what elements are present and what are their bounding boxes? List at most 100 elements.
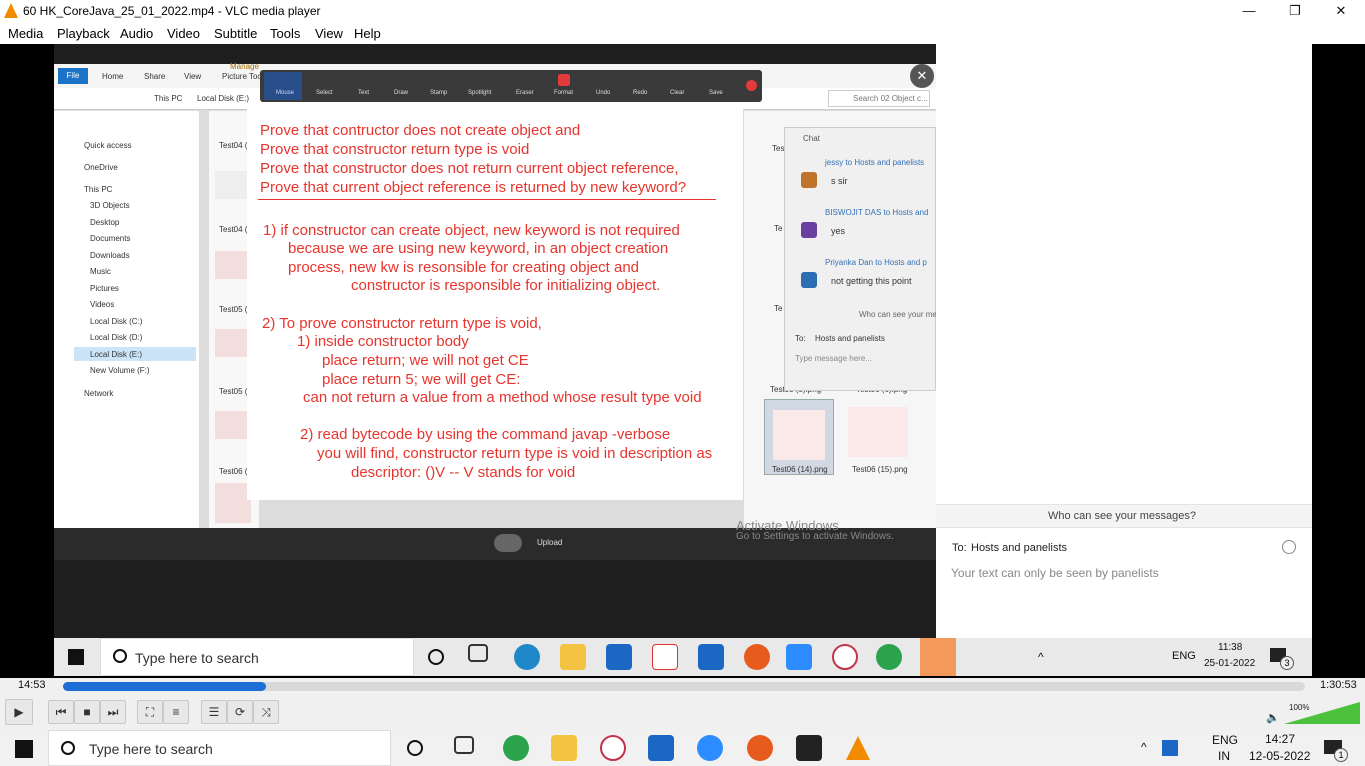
nav-pictures[interactable]: Pictures bbox=[90, 284, 119, 293]
emoji-icon[interactable] bbox=[1282, 540, 1296, 554]
restore-button[interactable]: ❐ bbox=[1272, 0, 1318, 22]
file-label[interactable]: Te bbox=[774, 304, 782, 313]
tray-lang[interactable]: ENG bbox=[1172, 650, 1196, 662]
annot-eraser[interactable]: Eraser bbox=[516, 90, 534, 96]
file-thumbnail[interactable] bbox=[215, 483, 251, 523]
taskbar-search-box[interactable]: Type here to search bbox=[100, 638, 414, 676]
file-explorer-icon[interactable] bbox=[551, 735, 577, 761]
ribbon-file-tab[interactable]: File bbox=[58, 68, 88, 84]
minimize-button[interactable]: — bbox=[1226, 0, 1272, 22]
nav-local-disk-d[interactable]: Local Disk (D:) bbox=[90, 333, 142, 342]
zoom-message-placeholder[interactable]: Type message here... bbox=[795, 354, 872, 363]
file-label[interactable]: Test04 ( bbox=[219, 141, 247, 150]
file-thumbnail[interactable] bbox=[848, 407, 908, 457]
tray-chevron-icon[interactable]: ^ bbox=[1038, 650, 1044, 664]
menu-subtitle[interactable]: Subtitle bbox=[214, 26, 257, 41]
path-local-disk[interactable]: Local Disk (E:) bbox=[197, 94, 249, 103]
tray-lang-region[interactable]: IN bbox=[1218, 749, 1230, 763]
who-can-see-link[interactable]: Who can see your messages? bbox=[1048, 510, 1196, 522]
cortana-icon[interactable] bbox=[428, 649, 444, 665]
chrome-icon[interactable] bbox=[503, 735, 529, 761]
task-view-icon[interactable] bbox=[454, 736, 474, 754]
ribbon-home-tab[interactable]: Home bbox=[102, 72, 123, 81]
record-icon[interactable] bbox=[744, 644, 770, 670]
annot-redo[interactable]: Redo bbox=[633, 90, 647, 96]
zoom-icon[interactable] bbox=[786, 644, 812, 670]
tray-time[interactable]: 11:38 bbox=[1218, 642, 1242, 653]
nav-onedrive[interactable]: OneDrive bbox=[84, 163, 118, 172]
viewer-upload-button[interactable]: Upload bbox=[537, 538, 562, 547]
explorer-search-box[interactable]: Search 02 Object c... bbox=[828, 90, 930, 107]
to-recipient[interactable]: Hosts and panelists bbox=[971, 542, 1067, 554]
zoom-to-value[interactable]: Hosts and panelists bbox=[815, 334, 885, 343]
fullscreen-button[interactable]: ⛶ bbox=[137, 700, 163, 724]
nav-downloads[interactable]: Downloads bbox=[90, 251, 130, 260]
nav-new-volume-f[interactable]: New Volume (F:) bbox=[90, 366, 150, 375]
stop-button[interactable]: ■ bbox=[74, 700, 100, 724]
file-explorer-icon[interactable] bbox=[560, 644, 586, 670]
nav-videos[interactable]: Videos bbox=[90, 300, 114, 309]
windows-start-icon[interactable] bbox=[15, 740, 33, 758]
next-button[interactable]: ⏭ bbox=[100, 700, 126, 724]
menu-media[interactable]: Media bbox=[8, 26, 43, 41]
annot-stamp[interactable]: Stamp bbox=[430, 90, 447, 96]
shuffle-button[interactable]: ⤨ bbox=[253, 700, 279, 724]
sticky-notes-icon[interactable] bbox=[796, 735, 822, 761]
zoom-icon[interactable] bbox=[697, 735, 723, 761]
path-this-pc[interactable]: This PC bbox=[154, 94, 182, 103]
gift-icon[interactable] bbox=[652, 644, 678, 670]
tray-date[interactable]: 12-05-2022 bbox=[1249, 749, 1310, 763]
annot-mouse[interactable]: Mouse bbox=[276, 90, 294, 96]
annot-format[interactable]: Format bbox=[554, 90, 573, 96]
close-button[interactable]: ✕ bbox=[1318, 0, 1364, 22]
nav-desktop[interactable]: Desktop bbox=[90, 218, 119, 227]
menu-tools[interactable]: Tools bbox=[270, 26, 300, 41]
ribbon-share-tab[interactable]: Share bbox=[144, 72, 165, 81]
tray-date[interactable]: 25-01-2022 bbox=[1204, 658, 1255, 669]
nav-network[interactable]: Network bbox=[84, 389, 113, 398]
seek-bar[interactable] bbox=[63, 682, 1305, 691]
vlc-taskbar-icon[interactable] bbox=[846, 736, 870, 760]
file-thumbnail[interactable] bbox=[215, 171, 251, 199]
menu-audio[interactable]: Audio bbox=[120, 26, 153, 41]
annot-undo[interactable]: Undo bbox=[596, 90, 610, 96]
zoom-who-can-see[interactable]: Who can see your me bbox=[859, 310, 936, 319]
taskbar-search-box[interactable]: Type here to search bbox=[48, 730, 391, 766]
nav-3d-objects[interactable]: 3D Objects bbox=[90, 201, 130, 210]
record-icon[interactable] bbox=[747, 735, 773, 761]
nav-documents[interactable]: Documents bbox=[90, 234, 130, 243]
file-label[interactable]: Test06 ( bbox=[219, 467, 247, 476]
nav-local-disk-e[interactable]: Local Disk (E:) bbox=[90, 350, 142, 359]
edge-icon[interactable] bbox=[514, 644, 540, 670]
tray-chevron-icon[interactable]: ^ bbox=[1141, 740, 1147, 754]
file-thumbnail-selected[interactable] bbox=[764, 399, 834, 475]
store-icon[interactable] bbox=[648, 735, 674, 761]
tray-app-icon[interactable] bbox=[1162, 740, 1178, 756]
previous-button[interactable]: ⏮ bbox=[48, 700, 74, 724]
file-label[interactable]: Test05 ( bbox=[219, 305, 247, 314]
annot-text[interactable]: Text bbox=[358, 90, 369, 96]
mail-icon[interactable] bbox=[698, 644, 724, 670]
ribbon-view-tab[interactable]: View bbox=[184, 72, 201, 81]
extended-settings-button[interactable]: ≡ bbox=[163, 700, 189, 724]
menu-playback[interactable]: Playback bbox=[57, 26, 110, 41]
annot-draw[interactable]: Draw bbox=[394, 90, 408, 96]
loop-button[interactable]: ⟳ bbox=[227, 700, 253, 724]
file-label[interactable]: Test06 (14).png bbox=[772, 465, 828, 474]
windows-start-icon[interactable] bbox=[68, 649, 84, 665]
store-icon[interactable] bbox=[606, 644, 632, 670]
volume-icon[interactable]: 🔈 bbox=[1266, 711, 1280, 724]
menu-help[interactable]: Help bbox=[354, 26, 381, 41]
cortana-icon[interactable] bbox=[407, 740, 423, 756]
file-thumbnail[interactable] bbox=[215, 411, 251, 439]
annot-close-icon[interactable] bbox=[746, 80, 757, 91]
app-highlight-icon[interactable] bbox=[920, 638, 956, 676]
file-thumbnail[interactable] bbox=[215, 329, 251, 357]
snipping-icon[interactable] bbox=[600, 735, 626, 761]
volume-slider[interactable] bbox=[1284, 702, 1360, 724]
nav-quick-access[interactable]: Quick access bbox=[84, 141, 132, 150]
snipping-icon[interactable] bbox=[832, 644, 858, 670]
annot-save[interactable]: Save bbox=[709, 90, 723, 96]
play-button[interactable]: ▶ bbox=[5, 699, 33, 725]
nav-music[interactable]: Music bbox=[90, 267, 111, 276]
